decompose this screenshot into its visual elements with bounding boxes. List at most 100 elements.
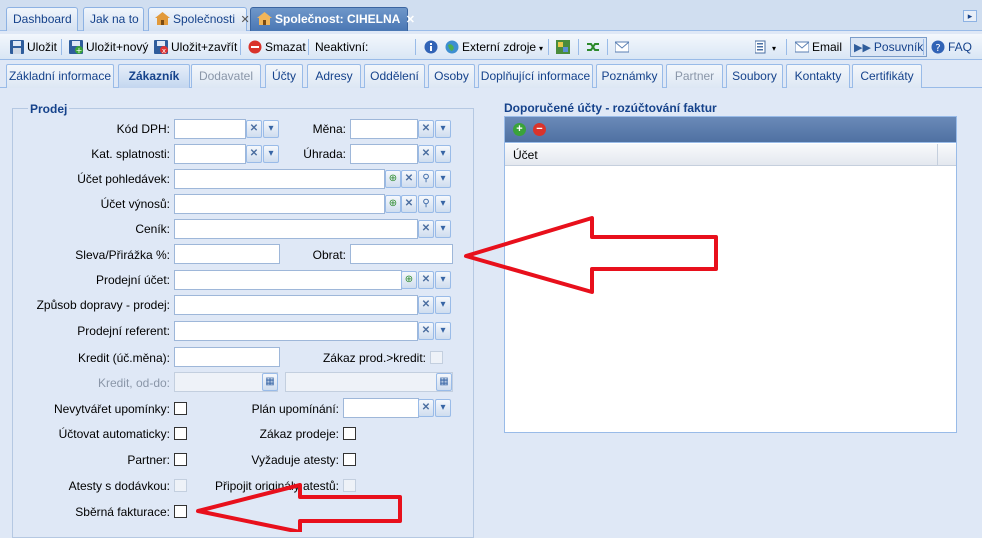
column-ucet[interactable]: Účet [513, 148, 538, 162]
kredit-do-input[interactable] [285, 372, 453, 392]
separator [61, 39, 62, 55]
save-close-button[interactable]: x Uložit+zavřít [154, 38, 237, 56]
clear-icon[interactable]: ✕ [418, 296, 434, 314]
search-icon[interactable]: ⚲ [418, 195, 434, 213]
zakaz-prod-kredit-checkbox[interactable] [430, 351, 443, 364]
home-icon [257, 12, 272, 25]
vyzaduje-atesty-checkbox[interactable] [343, 453, 356, 466]
list-icon [755, 40, 766, 54]
mena-input[interactable] [350, 119, 418, 139]
plan-upominani-input[interactable] [343, 398, 419, 418]
nevytvaret-upominky-checkbox[interactable] [174, 402, 187, 415]
atesty-s-dodavkou-checkbox[interactable] [174, 479, 187, 492]
zpusob-dopravy-input[interactable] [174, 295, 418, 315]
clear-icon[interactable]: ✕ [418, 220, 434, 238]
add-icon[interactable]: ⊕ [401, 271, 417, 289]
tab-spolecnosti[interactable]: Společnosti ✕ [148, 7, 250, 31]
tab-doplnujici-informace[interactable]: Doplňující informace [478, 64, 593, 88]
chevron-down-icon[interactable]: ▾ [435, 399, 451, 417]
calendar-icon[interactable]: ▦ [262, 373, 278, 391]
chevron-down-icon[interactable]: ▾ [263, 145, 279, 163]
chevron-down-icon[interactable]: ▾ [435, 271, 451, 289]
add-row-icon[interactable]: + [513, 123, 526, 136]
clear-icon[interactable]: ✕ [418, 120, 434, 138]
faq-button[interactable]: ? FAQ [931, 38, 972, 56]
tab-zakladni-informace[interactable]: Základní informace [6, 64, 114, 88]
partner-checkbox[interactable] [174, 453, 187, 466]
chevron-down-icon[interactable]: ▾ [435, 296, 451, 314]
tab-label: Partner [674, 69, 715, 83]
delete-button[interactable]: Smazat [248, 38, 306, 56]
grid-header: Účet [505, 144, 956, 166]
recommended-accounts-grid: + − Účet [504, 116, 957, 433]
tab-soubory[interactable]: Soubory [726, 64, 783, 88]
ucet-vynosu-input[interactable] [174, 194, 385, 214]
remove-row-icon[interactable]: − [533, 123, 546, 136]
tab-label: Poznámky [601, 69, 658, 83]
tab-dodavatel[interactable]: Dodavatel [191, 64, 261, 88]
kat-splatnosti-input[interactable] [174, 144, 246, 164]
clear-icon[interactable]: ✕ [246, 145, 262, 163]
prodejni-referent-input[interactable] [174, 321, 418, 341]
tab-zakaznik[interactable]: Zákazník [118, 64, 190, 88]
posuvnik-button[interactable]: ▶▶ Posuvník [850, 37, 928, 57]
kredit-input[interactable] [174, 347, 280, 367]
kod-dph-input[interactable] [174, 119, 246, 139]
chevron-down-icon[interactable]: ▾ [435, 170, 451, 188]
shuffle-icon [587, 43, 599, 51]
chevron-down-icon[interactable]: ▾ [435, 120, 451, 138]
sberna-fakturace-checkbox[interactable] [174, 505, 187, 518]
ucet-pohledavek-input[interactable] [174, 169, 385, 189]
tab-ucty[interactable]: Účty [265, 64, 303, 88]
prodejni-ucet-input[interactable] [174, 270, 402, 290]
view-menu-button[interactable]: ▾ [755, 38, 776, 56]
save-button[interactable]: Uložit [10, 38, 57, 56]
map-button[interactable] [556, 38, 573, 56]
tab-partner[interactable]: Partner [666, 64, 723, 88]
search-icon[interactable]: ⚲ [418, 170, 434, 188]
calendar-icon[interactable]: ▦ [436, 373, 452, 391]
tab-spolecnost-cihelna[interactable]: Společnost: CIHELNA ✕ [250, 7, 415, 31]
tab-dashboard[interactable]: Dashboard [6, 7, 78, 31]
tab-oddeleni[interactable]: Oddělení [364, 64, 425, 88]
email-button[interactable]: Email [795, 38, 842, 56]
clear-icon[interactable]: ✕ [401, 195, 417, 213]
obrat-input[interactable] [350, 244, 453, 264]
tab-certifikaty[interactable]: Certifikáty [852, 64, 922, 88]
chevron-down-icon[interactable]: ▾ [435, 220, 451, 238]
separator [578, 39, 579, 55]
close-icon[interactable]: ✕ [404, 9, 416, 31]
chevron-down-icon[interactable]: ▾ [435, 195, 451, 213]
tab-jak-na-to[interactable]: Jak na to [83, 7, 144, 31]
pripojit-originaly-checkbox[interactable] [343, 479, 356, 492]
mail-button[interactable] [615, 38, 632, 56]
chevron-down-icon[interactable]: ▾ [263, 120, 279, 138]
zakaz-prodeje-checkbox[interactable] [343, 427, 356, 440]
save-new-button[interactable]: + Uložit+nový [69, 38, 148, 56]
zakaz-prodeje-label: Zákaz prodeje: [259, 427, 339, 441]
add-icon[interactable]: ⊕ [385, 170, 401, 188]
tab-scroll-icon[interactable]: ▸ [963, 10, 977, 22]
tab-osoby[interactable]: Osoby [428, 64, 475, 88]
external-sources-button[interactable]: Externí zdroje ▾ [445, 38, 543, 56]
tab-adresy[interactable]: Adresy [307, 64, 361, 88]
tab-label: Adresy [315, 69, 353, 83]
uhrada-input[interactable] [350, 144, 418, 164]
chevron-down-icon[interactable]: ▾ [435, 145, 451, 163]
sleva-input[interactable] [174, 244, 280, 264]
cenik-input[interactable] [174, 219, 418, 239]
uctovat-automaticky-checkbox[interactable] [174, 427, 187, 440]
info-button[interactable] [424, 38, 441, 56]
clear-icon[interactable]: ✕ [418, 399, 434, 417]
shuffle-button[interactable] [586, 38, 603, 56]
clear-icon[interactable]: ✕ [401, 170, 417, 188]
add-icon[interactable]: ⊕ [385, 195, 401, 213]
chevron-down-icon[interactable]: ▾ [435, 322, 451, 340]
inactive-label: Neaktivní: [315, 38, 368, 56]
clear-icon[interactable]: ✕ [246, 120, 262, 138]
clear-icon[interactable]: ✕ [418, 145, 434, 163]
clear-icon[interactable]: ✕ [418, 322, 434, 340]
tab-poznamky[interactable]: Poznámky [596, 64, 663, 88]
tab-kontakty[interactable]: Kontakty [786, 64, 850, 88]
clear-icon[interactable]: ✕ [418, 271, 434, 289]
